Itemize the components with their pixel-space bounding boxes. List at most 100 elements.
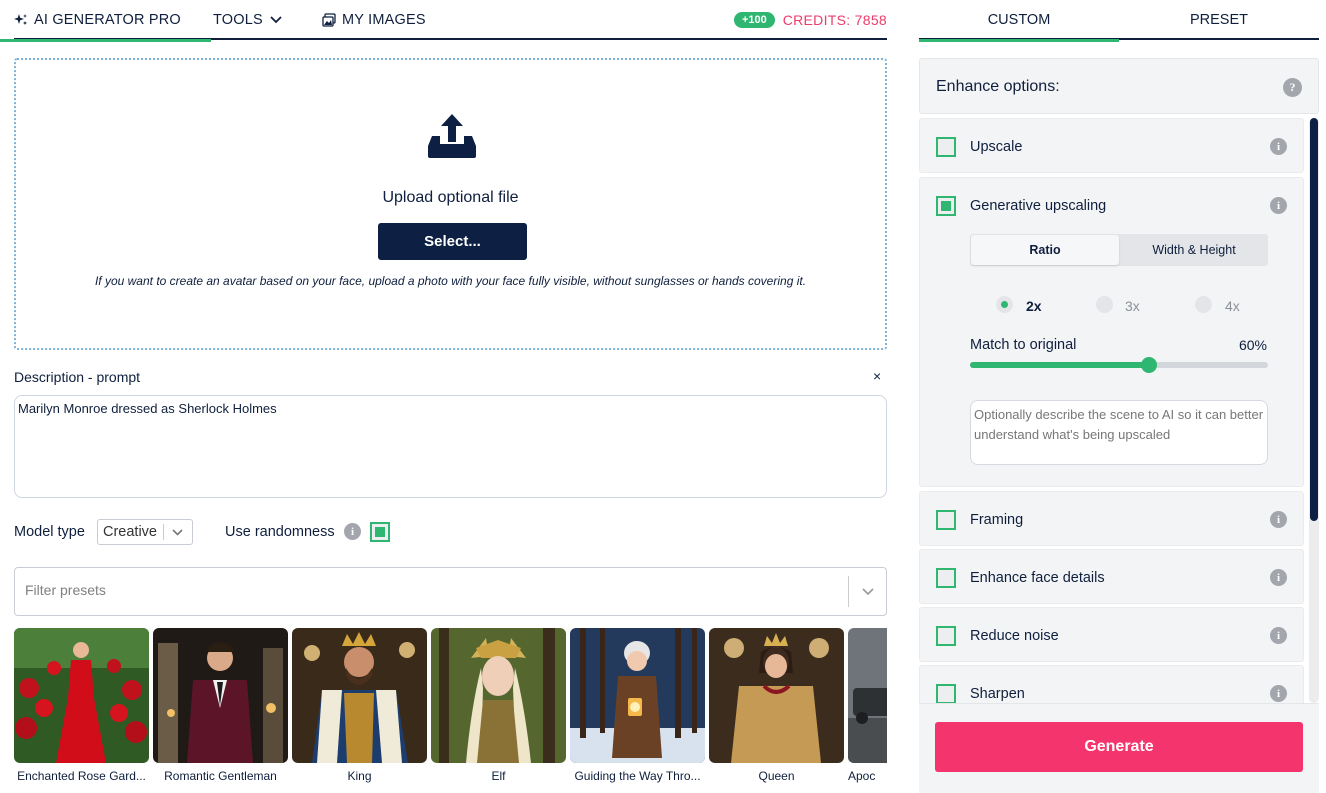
preset-caption: Queen (758, 769, 795, 783)
sharpen-checkbox[interactable] (936, 684, 956, 704)
preset-thumbnail (431, 628, 566, 763)
info-icon[interactable]: i (1270, 685, 1287, 702)
filter-presets (14, 567, 887, 616)
preset-caption: Guiding the Way Thro... (574, 769, 701, 783)
preset-card[interactable]: Romantic Gentleman (153, 628, 288, 783)
credits-area: +100 CREDITS: 7858 (733, 0, 887, 40)
filter-divider (848, 576, 849, 607)
info-icon[interactable]: i (344, 523, 361, 540)
slider-fill (970, 362, 1149, 368)
info-icon[interactable]: i (1270, 511, 1287, 528)
tab-tools[interactable]: TOOLS (213, 0, 283, 40)
ratio-4x-radio[interactable] (1195, 296, 1212, 313)
enhance-options-header: Enhance options: ? (919, 58, 1319, 114)
generative-upscaling-checkbox[interactable] (936, 196, 956, 216)
model-type-value: Creative (103, 524, 157, 540)
filter-presets-input[interactable] (25, 582, 825, 598)
preset-caption: Apoc (848, 769, 876, 783)
options-scrollbar[interactable] (1309, 118, 1319, 703)
sharpen-label: Sharpen (970, 686, 1025, 702)
tab-my-images-label: MY IMAGES (342, 12, 426, 28)
sparkle-icon (14, 14, 27, 25)
enhance-face-details-checkbox[interactable] (936, 568, 956, 588)
chevron-down-icon (172, 529, 183, 536)
tab-tools-label: TOOLS (213, 12, 263, 28)
prompt-input[interactable]: Marilyn Monroe dressed as Sherlock Holme… (14, 395, 887, 498)
info-icon[interactable]: i (1270, 569, 1287, 586)
tab-preset[interactable]: PRESET (1119, 0, 1319, 40)
size-mode-toggle: Ratio Width & Height (970, 234, 1268, 266)
option-enhance-face-details: Enhance face details i (919, 549, 1304, 604)
generate-footer: Generate (919, 703, 1319, 793)
scene-description-input[interactable] (970, 400, 1268, 465)
tab-custom[interactable]: CUSTOM (919, 0, 1119, 42)
segment-ratio[interactable]: Ratio (971, 235, 1119, 265)
tab-ai-generator-pro[interactable]: AI GENERATOR PRO (0, 0, 211, 42)
option-framing: Framing i (919, 491, 1304, 546)
help-icon[interactable]: ? (1283, 78, 1302, 97)
framing-checkbox[interactable] (936, 510, 956, 530)
prompt-label: Description - prompt (14, 369, 141, 385)
bonus-badge[interactable]: +100 (733, 12, 775, 28)
slider-handle[interactable] (1140, 357, 1157, 373)
images-icon (322, 13, 336, 27)
preset-thumbnail (14, 628, 149, 763)
preset-card[interactable]: Enchanted Rose Gard... (14, 628, 149, 783)
chevron-down-icon (270, 16, 282, 24)
preset-caption: Elf (491, 769, 506, 783)
preset-card[interactable]: King (292, 628, 427, 783)
segment-width-height[interactable]: Width & Height (1120, 234, 1268, 266)
match-to-original-slider[interactable] (970, 357, 1268, 373)
select-divider (163, 524, 164, 540)
preset-card[interactable]: Apoc (848, 628, 887, 783)
enhance-face-details-label: Enhance face details (970, 570, 1105, 586)
upload-dropzone[interactable]: Upload optional file Select... If you wa… (14, 58, 887, 350)
match-to-original-label: Match to original (970, 337, 1077, 353)
preset-thumbnail (570, 628, 705, 763)
option-reduce-noise: Reduce noise i (919, 607, 1304, 662)
upload-tray-icon (428, 114, 476, 158)
ratio-2x-label: 2x (1026, 298, 1042, 314)
upscale-label: Upscale (970, 139, 1023, 155)
preset-thumbnail (292, 628, 427, 763)
preset-gallery: Enchanted Rose Gard... Romantic Gentlema… (14, 628, 887, 793)
preset-caption: Romantic Gentleman (164, 769, 277, 783)
ratio-3x-radio[interactable] (1096, 296, 1113, 313)
preset-card[interactable]: Guiding the Way Thro... (570, 628, 705, 783)
info-icon[interactable]: i (1270, 138, 1287, 155)
use-randomness-label: Use randomness (225, 524, 335, 540)
scrollbar-thumb[interactable] (1310, 118, 1318, 521)
preset-thumbnail (153, 628, 288, 763)
credits-counter: CREDITS: 7858 (782, 12, 887, 28)
info-icon[interactable]: i (1270, 197, 1287, 214)
reduce-noise-checkbox[interactable] (936, 626, 956, 646)
preset-card[interactable]: Queen (709, 628, 844, 783)
upscale-checkbox[interactable] (936, 137, 956, 157)
preset-thumbnail (848, 628, 887, 763)
reduce-noise-label: Reduce noise (970, 628, 1059, 644)
info-icon[interactable]: i (1270, 627, 1287, 644)
tab-my-images[interactable]: MY IMAGES (322, 0, 426, 40)
match-to-original-value: 60% (1238, 337, 1267, 353)
preset-caption: Enchanted Rose Gard... (17, 769, 146, 783)
use-randomness-checkbox[interactable] (370, 522, 390, 542)
preset-caption: King (347, 769, 372, 783)
top-nav: AI GENERATOR PRO TOOLS MY IMAGES +100 CR… (0, 0, 887, 42)
generative-upscaling-label: Generative upscaling (970, 198, 1107, 214)
model-type-select[interactable]: Creative (97, 519, 193, 545)
generate-button[interactable]: Generate (935, 722, 1303, 772)
option-generative-upscaling: Generative upscaling i Ratio Width & Hei… (919, 177, 1304, 487)
preset-thumbnail (709, 628, 844, 763)
option-upscale: Upscale i (919, 118, 1304, 173)
upload-title: Upload optional file (382, 189, 519, 206)
ratio-2x-radio[interactable] (996, 296, 1013, 313)
ratio-4x-label: 4x (1225, 298, 1240, 314)
select-file-button[interactable]: Select... (378, 223, 527, 260)
tab-ai-generator-pro-label: AI GENERATOR PRO (34, 12, 181, 28)
preset-card[interactable]: Elf (431, 628, 566, 783)
chevron-down-icon[interactable] (861, 585, 875, 599)
clear-prompt-icon[interactable]: × (873, 368, 881, 384)
ratio-3x-label: 3x (1125, 298, 1140, 314)
framing-label: Framing (970, 512, 1024, 528)
model-type-label: Model type (14, 524, 85, 540)
